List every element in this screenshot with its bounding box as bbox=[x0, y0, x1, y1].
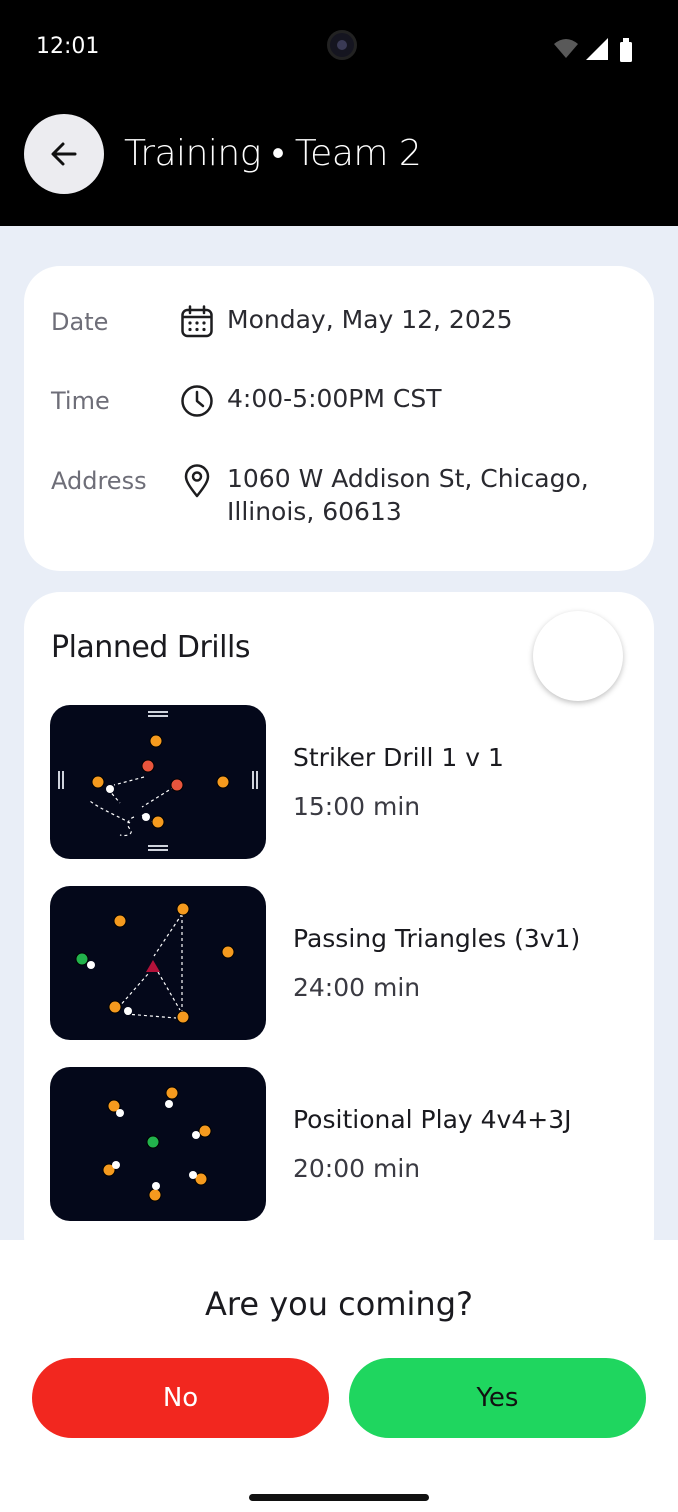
camera-cutout bbox=[327, 30, 357, 60]
event-details-card: Date Monday, May 12, 2025 Time 4:00-5:00… bbox=[24, 266, 654, 571]
time-row: Time 4:00-5:00PM CST bbox=[51, 384, 634, 419]
date-value: Monday, May 12, 2025 bbox=[227, 305, 513, 334]
status-icons bbox=[554, 38, 632, 62]
address-label: Address bbox=[51, 467, 147, 495]
signal-icon bbox=[586, 38, 608, 60]
wifi-icon bbox=[554, 39, 578, 58]
date-label: Date bbox=[51, 308, 109, 336]
battery-icon bbox=[620, 38, 632, 62]
no-button[interactable]: No bbox=[32, 1358, 329, 1438]
map-pin-icon bbox=[179, 463, 215, 499]
status-bar: 12:01 bbox=[0, 0, 678, 100]
drill-duration: 15:00 min bbox=[293, 792, 421, 821]
drill-name: Passing Triangles (3v1) bbox=[293, 924, 581, 953]
drill-duration: 24:00 min bbox=[293, 973, 421, 1002]
drill-duration: 20:00 min bbox=[293, 1154, 421, 1183]
time-value: 4:00-5:00PM CST bbox=[227, 384, 442, 413]
back-button[interactable] bbox=[24, 114, 104, 194]
app-bar: Training • Team 2 bbox=[0, 100, 678, 226]
drill-diagram-thumbnail bbox=[50, 886, 266, 1040]
rsvp-panel: Are you coming? No Yes bbox=[0, 1240, 678, 1512]
yes-button[interactable]: Yes bbox=[349, 1358, 646, 1438]
status-time: 12:01 bbox=[36, 34, 100, 59]
drill-name: Striker Drill 1 v 1 bbox=[293, 743, 504, 772]
address-line-1: 1060 W Addison St, Chicago, bbox=[227, 464, 589, 493]
clock-icon bbox=[179, 383, 215, 419]
date-row: Date Monday, May 12, 2025 bbox=[51, 305, 634, 340]
drill-item[interactable]: Positional Play 4v4+3J 20:00 min bbox=[50, 1067, 630, 1221]
drill-name: Positional Play 4v4+3J bbox=[293, 1105, 572, 1134]
address-row: Address 1060 W Addison St, Chicago, Illi… bbox=[51, 464, 634, 528]
planned-drills-card: Planned Drills Striker Drill 1 v 1 15:00… bbox=[24, 592, 654, 1272]
page-title: Training • Team 2 bbox=[124, 133, 422, 174]
address-line-2: Illinois, 60613 bbox=[227, 497, 402, 526]
floating-action-button[interactable] bbox=[533, 611, 623, 701]
calendar-icon bbox=[179, 304, 215, 340]
time-label: Time bbox=[51, 387, 110, 415]
drill-diagram-thumbnail bbox=[50, 1067, 266, 1221]
home-indicator[interactable] bbox=[249, 1494, 429, 1501]
drill-item[interactable]: Passing Triangles (3v1) 24:00 min bbox=[50, 886, 630, 1040]
address-value: 1060 W Addison St, Chicago, Illinois, 60… bbox=[227, 462, 634, 528]
rsvp-question: Are you coming? bbox=[205, 1285, 473, 1323]
arrow-left-icon bbox=[51, 142, 77, 166]
drill-diagram-thumbnail bbox=[50, 705, 266, 859]
drills-title: Planned Drills bbox=[51, 630, 250, 665]
drill-item[interactable]: Striker Drill 1 v 1 15:00 min bbox=[50, 705, 630, 859]
